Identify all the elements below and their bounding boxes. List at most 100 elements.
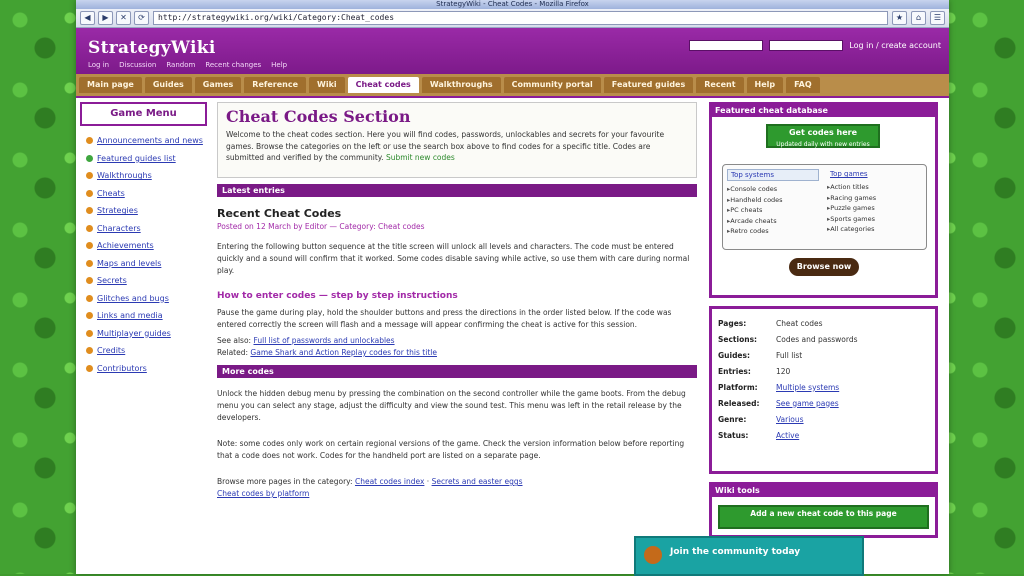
link-line: Related: Game Shark and Action Replay co… [217, 348, 437, 357]
window-title: StrategyWiki - Cheat Codes - Mozilla Fir… [76, 0, 949, 9]
tab-main-page[interactable]: Main page [79, 77, 142, 93]
footer-link[interactable]: Secrets and easter eggs [432, 477, 523, 486]
search-input-secondary[interactable] [769, 40, 844, 51]
sidebar-item[interactable]: Strategies [86, 202, 207, 220]
top-link[interactable]: Log in [88, 61, 109, 69]
list-item[interactable]: All categories [827, 224, 923, 235]
tab-guides[interactable]: Guides [144, 77, 192, 93]
sidebar-item[interactable]: Maps and levels [86, 255, 207, 273]
top-links: Log in Discussion Random Recent changes … [88, 61, 287, 69]
sidebar-item[interactable]: Links and media [86, 307, 207, 325]
submit-link[interactable]: Submit new codes [386, 153, 455, 162]
panel-title: Top systems [727, 169, 819, 181]
menu-icon[interactable]: ☰ [930, 11, 945, 25]
info-box: Pages: Cheat codes Sections: Codes and pas… [709, 306, 938, 474]
list-item[interactable]: Sports games [827, 214, 923, 225]
games-list: Action titles Racing games Puzzle games … [827, 182, 923, 235]
browser-toolbar: ◀ ▶ ✕ ⟳ http://strategywiki.org/wiki/Cat… [76, 9, 949, 28]
footer-link[interactable]: Cheat codes by platform [217, 489, 309, 498]
community-banner[interactable]: Join the community today [634, 536, 864, 576]
sidebar-item[interactable]: Walkthroughs [86, 167, 207, 185]
bullet-icon [86, 242, 93, 250]
page-title: Cheat Codes Section [226, 107, 411, 126]
section-bar: Latest entries [217, 184, 697, 197]
sidebar-item[interactable]: Achievements [86, 237, 207, 255]
tab-community[interactable]: Community portal [503, 77, 601, 93]
sidebar-item[interactable]: Characters [86, 220, 207, 238]
tab-recent[interactable]: Recent [696, 77, 744, 93]
article-paragraph: Pause the game during play, hold the sho… [217, 308, 672, 329]
info-row: Platform: Multiple systems [718, 382, 840, 392]
stop-icon[interactable]: ✕ [116, 11, 131, 25]
related-link[interactable]: Game Shark and Action Replay codes for t… [250, 348, 437, 357]
sidebar-item[interactable]: Glitches and bugs [86, 290, 207, 308]
systems-panel: Top systems Console codes Handheld codes… [722, 164, 927, 250]
list-item[interactable]: Racing games [827, 193, 923, 204]
address-bar[interactable]: http://strategywiki.org/wiki/Category:Ch… [153, 11, 888, 25]
list-item[interactable]: PC cheats [727, 205, 819, 216]
box-heading: Wiki tools [712, 485, 935, 497]
top-link[interactable]: Random [166, 61, 195, 69]
top-link[interactable]: Discussion [119, 61, 156, 69]
sidebar-item[interactable]: Announcements and news [86, 132, 207, 150]
tools-box: Wiki tools Add a new cheat code to this … [709, 482, 938, 538]
search-input[interactable] [689, 40, 764, 51]
bullet-icon [86, 189, 93, 197]
tab-cheat-codes[interactable]: Cheat codes [347, 77, 419, 93]
related-link[interactable]: Full list of passwords and unlockables [253, 336, 394, 345]
list-item[interactable]: Retro codes [727, 226, 819, 237]
top-link[interactable]: Recent changes [205, 61, 261, 69]
featured-box: Featured cheat database Get codes here U… [709, 102, 938, 298]
nav-buttons: ◀ ▶ ✕ ⟳ [80, 11, 149, 25]
community-icon [644, 546, 662, 564]
bullet-icon [86, 329, 93, 337]
header-right: Log in / create account [689, 40, 941, 51]
list-item[interactable]: Arcade cheats [727, 216, 819, 227]
browse-button[interactable]: Browse now [789, 258, 859, 276]
get-codes-button[interactable]: Get codes here Updated daily with new en… [766, 124, 880, 148]
site-logo[interactable]: StrategyWiki [88, 38, 216, 58]
main-nav: Main page Guides Games Reference Wiki Ch… [76, 74, 949, 98]
add-code-button[interactable]: Add a new cheat code to this page [718, 505, 929, 529]
sidebar-item[interactable]: Credits [86, 342, 207, 360]
section-heading: How to enter codes — step by step instru… [217, 291, 458, 301]
info-row: Pages: Cheat codes [718, 318, 823, 328]
sidebar-item[interactable]: Featured guides list [86, 150, 207, 168]
list-item[interactable]: Action titles [827, 182, 923, 193]
sidebar-item[interactable]: Contributors [86, 360, 207, 378]
home-icon[interactable]: ⌂ [911, 11, 926, 25]
forward-icon[interactable]: ▶ [98, 11, 113, 25]
tab-wiki[interactable]: Wiki [309, 77, 345, 93]
sidebar-item[interactable]: Secrets [86, 272, 207, 290]
info-row: Status: Active [718, 430, 800, 440]
list-item[interactable]: Console codes [727, 184, 819, 195]
footer-link[interactable]: Cheat codes index [355, 477, 424, 486]
info-row: Guides: Full list [718, 350, 803, 360]
tab-help[interactable]: Help [746, 77, 784, 93]
bullet-icon [86, 137, 93, 145]
sidebar-item[interactable]: Multiplayer guides [86, 325, 207, 343]
top-link[interactable]: Help [271, 61, 287, 69]
info-row: Genre: Various [718, 414, 804, 424]
bookmark-icon[interactable]: ★ [892, 11, 907, 25]
panel-title: Top games [830, 170, 868, 178]
tab-featured[interactable]: Featured guides [603, 77, 694, 93]
tab-reference[interactable]: Reference [244, 77, 307, 93]
sidebar-item[interactable]: Cheats [86, 185, 207, 203]
article-paragraph: Note: some codes only work on certain re… [217, 439, 685, 460]
article-meta: Posted on 12 March by Editor — Category:… [217, 222, 425, 231]
list-item[interactable]: Puzzle games [827, 203, 923, 214]
left-sidebar: Game Menu Announcements and news Feature… [80, 102, 207, 377]
back-icon[interactable]: ◀ [80, 11, 95, 25]
bullet-icon [86, 364, 93, 372]
footer-links: Browse more pages in the category: Cheat… [217, 477, 523, 486]
reload-icon[interactable]: ⟳ [134, 11, 149, 25]
login-link[interactable]: Log in / create account [849, 41, 941, 50]
tab-walkthroughs[interactable]: Walkthroughs [421, 77, 501, 93]
list-item[interactable]: Handheld codes [727, 195, 819, 206]
tab-games[interactable]: Games [194, 77, 242, 93]
tab-faq[interactable]: FAQ [786, 77, 820, 93]
browser-window: StrategyWiki - Cheat Codes - Mozilla Fir… [76, 0, 949, 574]
bullet-icon [86, 172, 93, 180]
bullet-icon [86, 277, 93, 285]
